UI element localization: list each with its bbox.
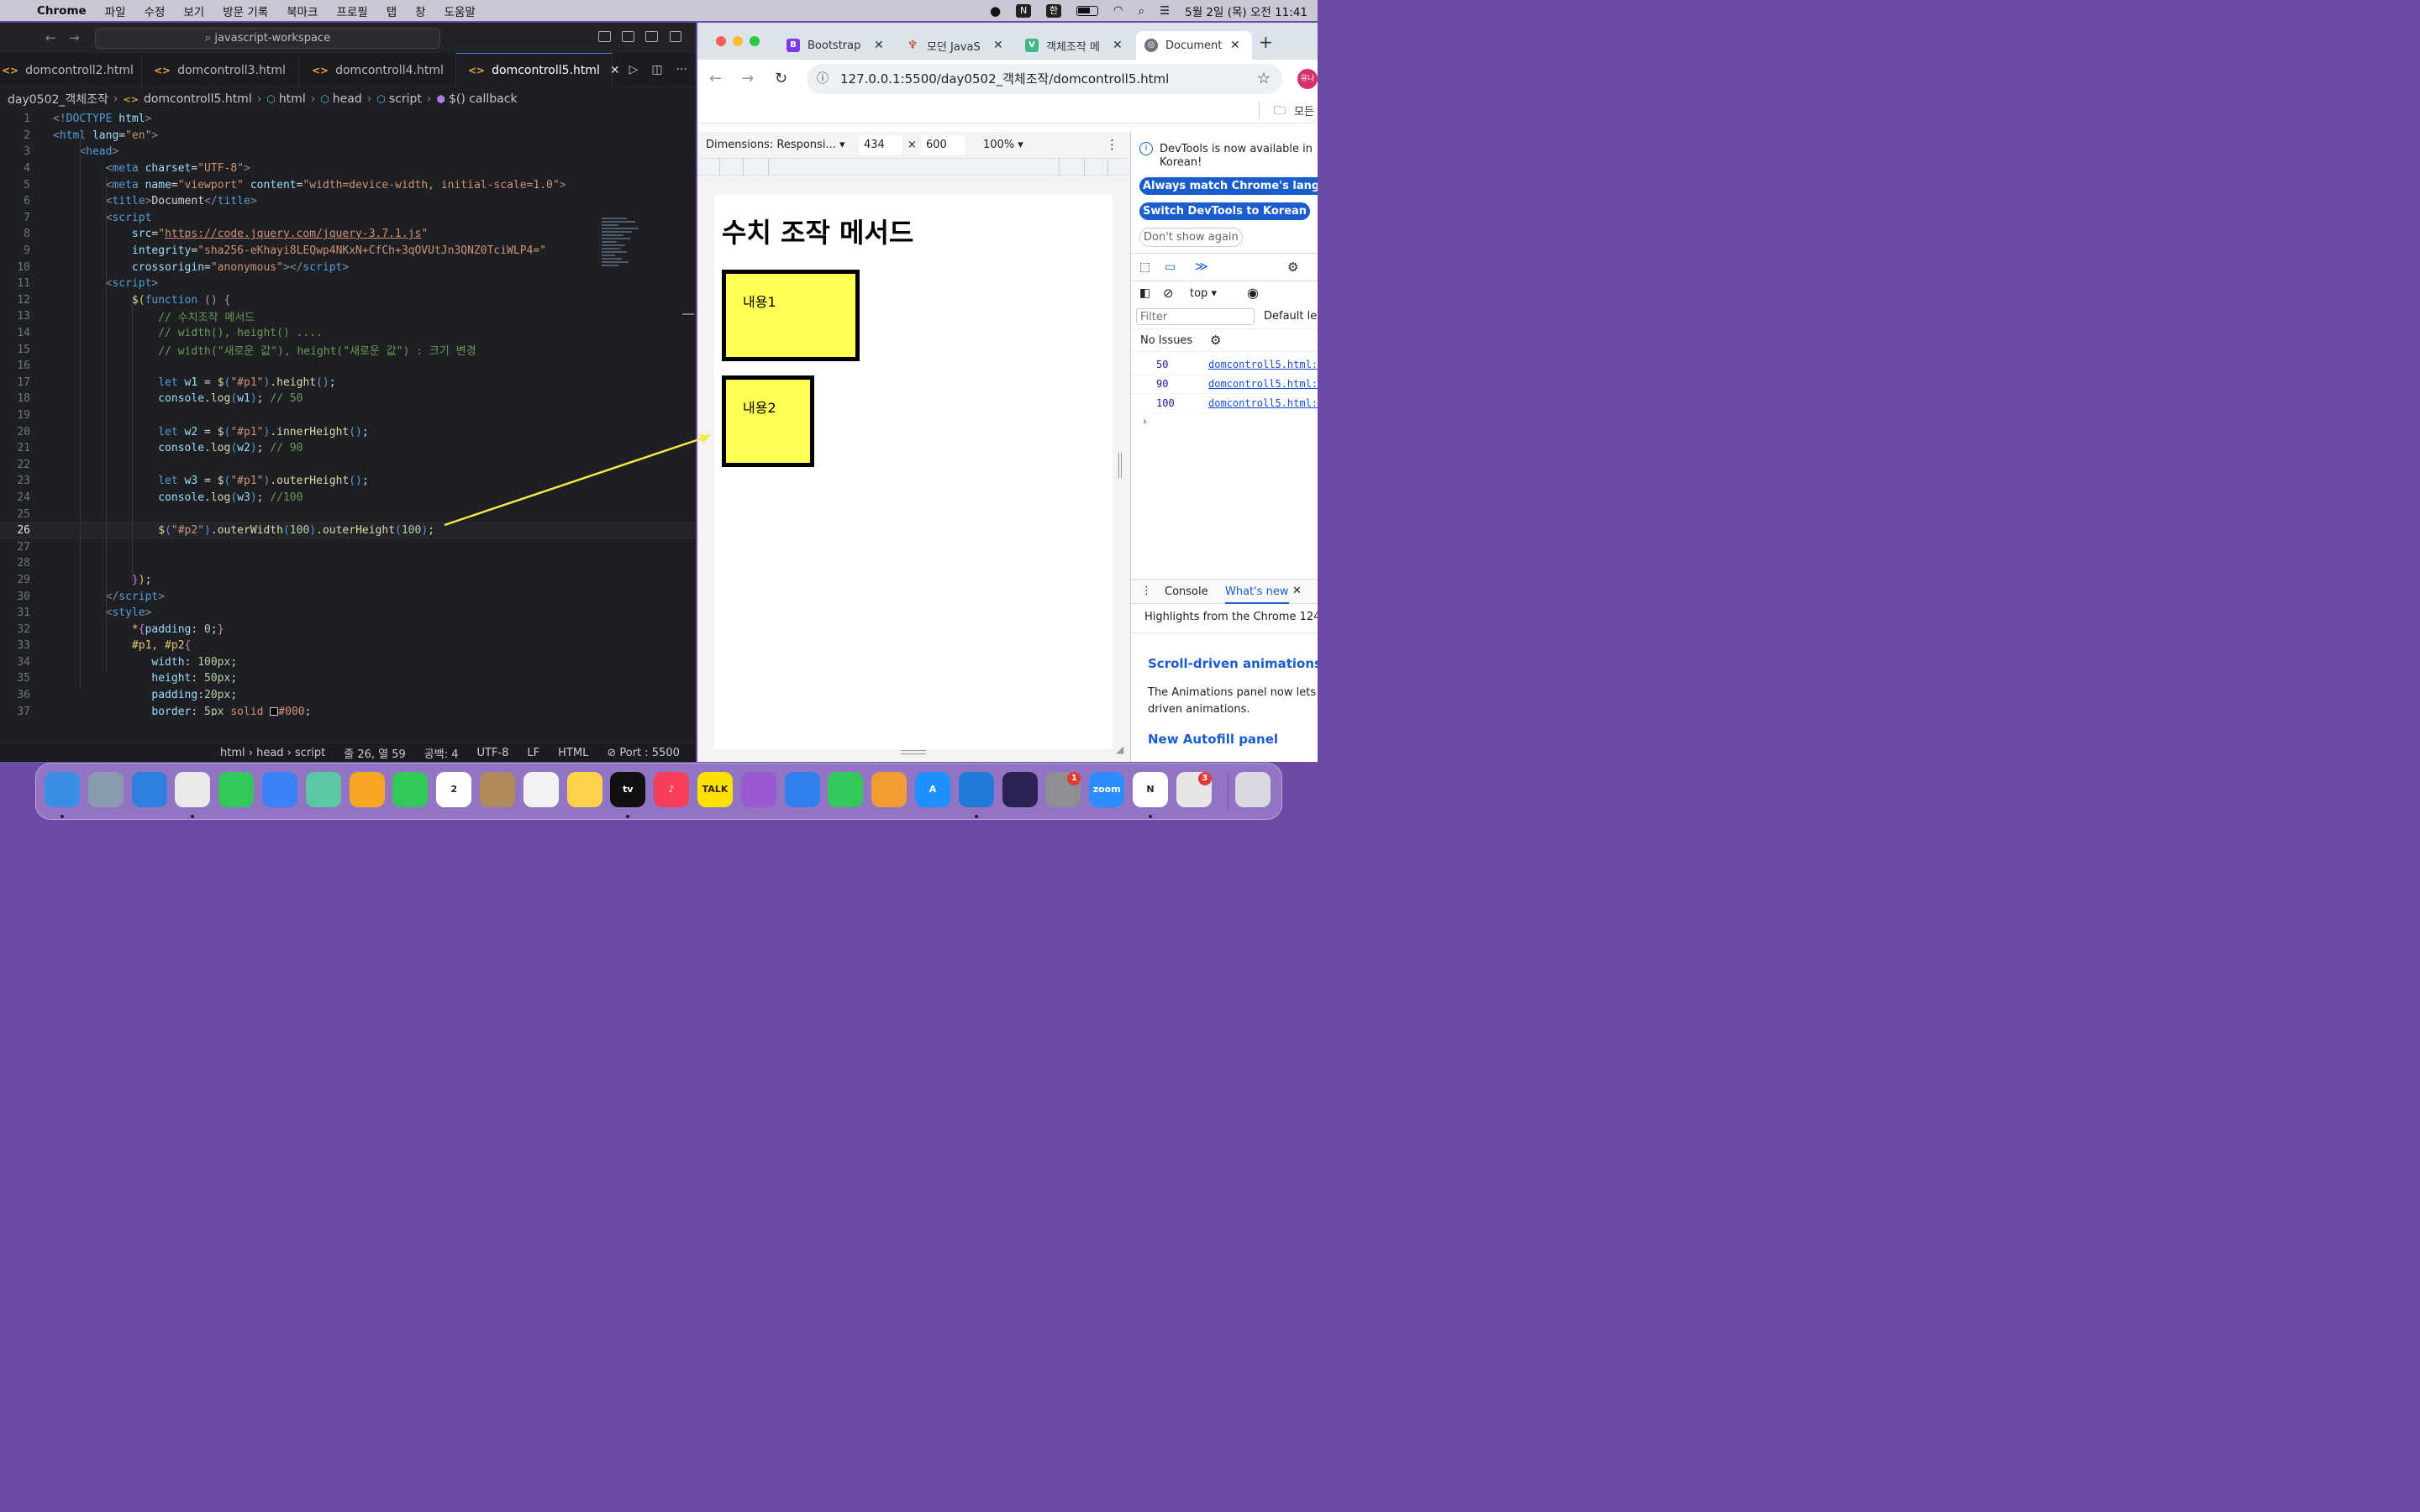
dock-launchpad-icon[interactable] bbox=[87, 772, 124, 807]
dock-tv-icon[interactable]: tv bbox=[610, 772, 646, 807]
running-indicator bbox=[60, 815, 64, 818]
dock-maps-icon[interactable] bbox=[305, 772, 341, 807]
running-indicator bbox=[1149, 815, 1152, 818]
dock-contacts-icon[interactable] bbox=[480, 772, 515, 807]
dock-installer-icon[interactable]: 3 bbox=[1176, 772, 1212, 807]
dock-messages-icon[interactable] bbox=[218, 772, 255, 807]
dock-photos-icon[interactable] bbox=[349, 772, 385, 807]
running-indicator bbox=[974, 815, 978, 818]
dock-vs-code-icon[interactable] bbox=[958, 772, 994, 807]
dock-finder-icon[interactable] bbox=[45, 772, 80, 807]
running-indicator bbox=[626, 815, 630, 818]
dock-trash-icon[interactable] bbox=[1234, 772, 1270, 807]
dock-eclipse-icon[interactable] bbox=[1002, 772, 1038, 807]
dock-keynote-icon[interactable] bbox=[784, 772, 820, 807]
dock-music-icon[interactable]: ♪ bbox=[654, 772, 690, 807]
dock: 2 tv ♪ TALK A 1 zoom N 3 bbox=[35, 763, 1282, 820]
dock-zoom-icon[interactable]: zoom bbox=[1089, 772, 1125, 807]
dock-app-store-icon[interactable]: A bbox=[915, 772, 950, 807]
dock-facetime-icon[interactable] bbox=[392, 772, 429, 807]
dock-kakaotalk-icon[interactable]: TALK bbox=[697, 772, 733, 807]
dock-safari-icon[interactable] bbox=[131, 772, 167, 807]
dock-reminders-icon[interactable] bbox=[523, 772, 559, 807]
dock-podcasts-icon[interactable] bbox=[740, 772, 776, 807]
notification-badge: 3 bbox=[1197, 772, 1212, 785]
dock-system-settings-icon[interactable]: 1 bbox=[1045, 772, 1081, 807]
dock-notion-icon[interactable]: N bbox=[1133, 772, 1168, 807]
dock-calendar-icon[interactable]: 2 bbox=[436, 772, 472, 807]
running-indicator bbox=[191, 815, 195, 818]
annotation-arrow bbox=[444, 434, 711, 527]
dock-numbers-icon[interactable] bbox=[828, 772, 864, 807]
dock-pages-icon[interactable] bbox=[871, 772, 908, 807]
dock-mail-icon[interactable] bbox=[262, 772, 297, 807]
dock-notes-icon[interactable] bbox=[566, 772, 602, 807]
dock-chrome-icon[interactable] bbox=[175, 772, 211, 807]
notification-badge: 1 bbox=[1067, 772, 1081, 785]
